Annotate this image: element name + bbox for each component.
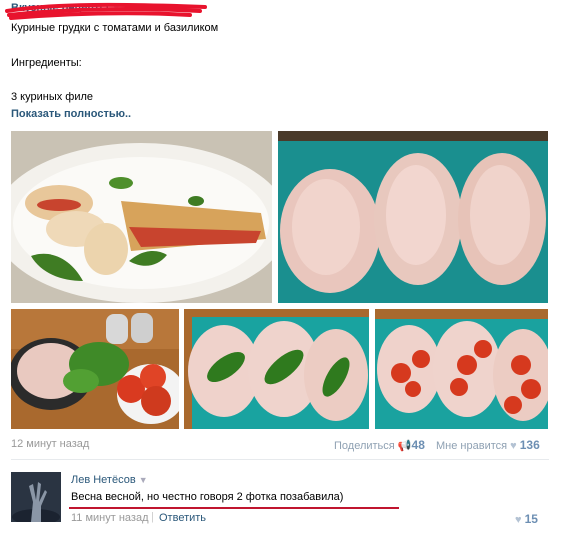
ingredient-line: 3 куриных филе — [11, 91, 94, 103]
show-more-link[interactable]: Показать полностью.. — [11, 108, 131, 120]
ingredients-heading: Ингредиенты: — [11, 57, 82, 69]
chevron-down-icon[interactable]: ▼ — [139, 475, 148, 485]
photo-stuffed-chicken-plate[interactable] — [11, 131, 272, 303]
heart-icon: ♥ — [510, 440, 517, 452]
share-label: Поделиться — [334, 440, 395, 452]
redaction-underline — [69, 507, 399, 509]
comment-timestamp[interactable]: 11 минут назад — [71, 512, 149, 524]
photo-breasts-with-tomatoes[interactable] — [375, 309, 548, 429]
divider — [11, 459, 549, 460]
avatar[interactable] — [11, 472, 61, 522]
comment-like-count: 15 — [524, 512, 538, 526]
comment-like-button[interactable]: ♥ 15 — [515, 512, 538, 526]
redaction-scribble — [5, 2, 207, 20]
separator: | — [151, 511, 154, 523]
post-timestamp[interactable]: 12 минут назад — [11, 438, 89, 450]
like-button[interactable]: Мне нравится ♥ 136 — [436, 438, 540, 452]
share-button[interactable]: Поделиться 📢48 — [334, 438, 425, 452]
post-title-line: Куриные грудки с томатами и базиликом — [11, 22, 219, 34]
comment-author-name[interactable]: Лев Нетёсов — [71, 474, 136, 486]
like-label: Мне нравится — [436, 440, 508, 452]
photo-chicken-basil-tomatoes[interactable] — [11, 309, 179, 429]
comment-author[interactable]: Лев Нетёсов ▼ — [71, 474, 148, 486]
comment-text: Весна весной, но честно говоря 2 фотка п… — [71, 491, 344, 503]
like-count: 136 — [519, 438, 540, 452]
heart-icon: ♥ — [515, 514, 522, 526]
megaphone-icon: 📢 — [397, 440, 412, 452]
share-count: 48 — [411, 438, 425, 452]
photo-raw-chicken-breasts[interactable] — [278, 131, 548, 303]
reply-link[interactable]: Ответить — [159, 512, 206, 524]
photo-breasts-with-basil[interactable] — [184, 309, 369, 429]
